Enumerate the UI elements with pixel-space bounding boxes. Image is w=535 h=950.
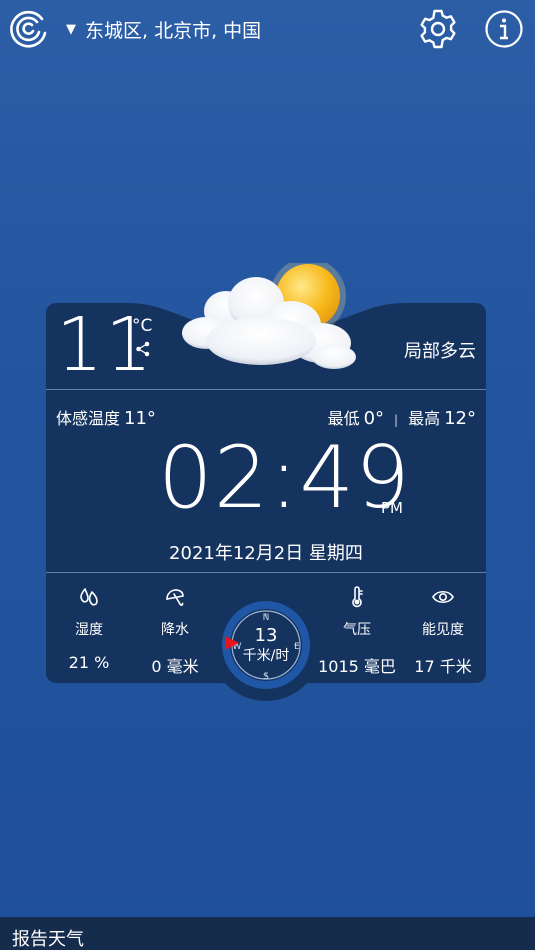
compass-north: N [263,613,270,623]
temperature-unit: °C [132,316,153,336]
precipitation-label: 降水 [161,622,189,638]
visibility-value: 17 千米 [414,657,472,676]
app-logo-icon[interactable] [9,9,49,49]
location-selector[interactable]: ▼ 东城区, 北京市, 中国 [66,15,261,43]
feels-like-value: 11° [124,408,156,429]
partly-cloudy-icon [182,263,356,369]
report-weather-button[interactable]: 报告天气 [12,925,84,950]
feels-like: 体感温度 11° [56,405,156,429]
divider [46,389,486,390]
humidity-value: 21 % [68,653,110,672]
low-value: 0° [363,408,385,429]
precipitation-stat: 降水 0 毫米 [132,585,218,677]
visibility-label: 能见度 [422,622,464,638]
pressure-stat: 气压 1015 毫巴 [314,585,400,677]
humidity-icon [80,588,98,606]
low-label: 最低 [327,409,360,428]
visibility-stat: 能见度 17 千米 [400,585,486,677]
location-label: 东城区, 北京市, 中国 [85,19,262,42]
min-max-separator: | [394,413,399,427]
clock-time: 02:49 [158,428,411,528]
bottom-bar: 报告天气 [0,917,535,950]
humidity-stat: 湿度 21 % [46,585,132,672]
high-label: 最高 [408,409,441,428]
caret-down-icon: ▼ [66,21,76,37]
share-icon[interactable] [135,341,151,357]
high-value: 12° [444,408,476,429]
min-max-temperature: 最低 0° | 最高 12° [328,405,476,429]
thermometer-icon [352,586,363,608]
top-bar: ▼ 东城区, 北京市, 中国 [0,0,535,60]
divider [46,572,486,573]
feels-like-label: 体感温度 [56,409,121,428]
condition-label: 局部多云 [404,341,476,362]
wind-compass: N E S W 13 千米/时 [220,599,312,691]
info-icon[interactable] [484,9,524,49]
compass-south: S [263,672,269,682]
clock-date: 2021年12月2日 星期四 [169,543,363,564]
gear-icon[interactable] [417,8,459,50]
weather-card: 11 °C 局部多云 体感温度 11° 最低 0° | 最高 12° 02:49 PM… [46,263,486,701]
wind-unit: 千米/时 [242,648,290,664]
precipitation-value: 0 毫米 [151,657,199,676]
humidity-label: 湿度 [75,622,103,638]
eye-icon [432,590,454,604]
pressure-label: 气压 [343,622,371,638]
umbrella-icon [166,589,184,606]
pressure-value: 1015 毫巴 [318,657,396,676]
wind-speed: 13 [254,625,278,646]
clock-ampm: PM [381,499,403,517]
